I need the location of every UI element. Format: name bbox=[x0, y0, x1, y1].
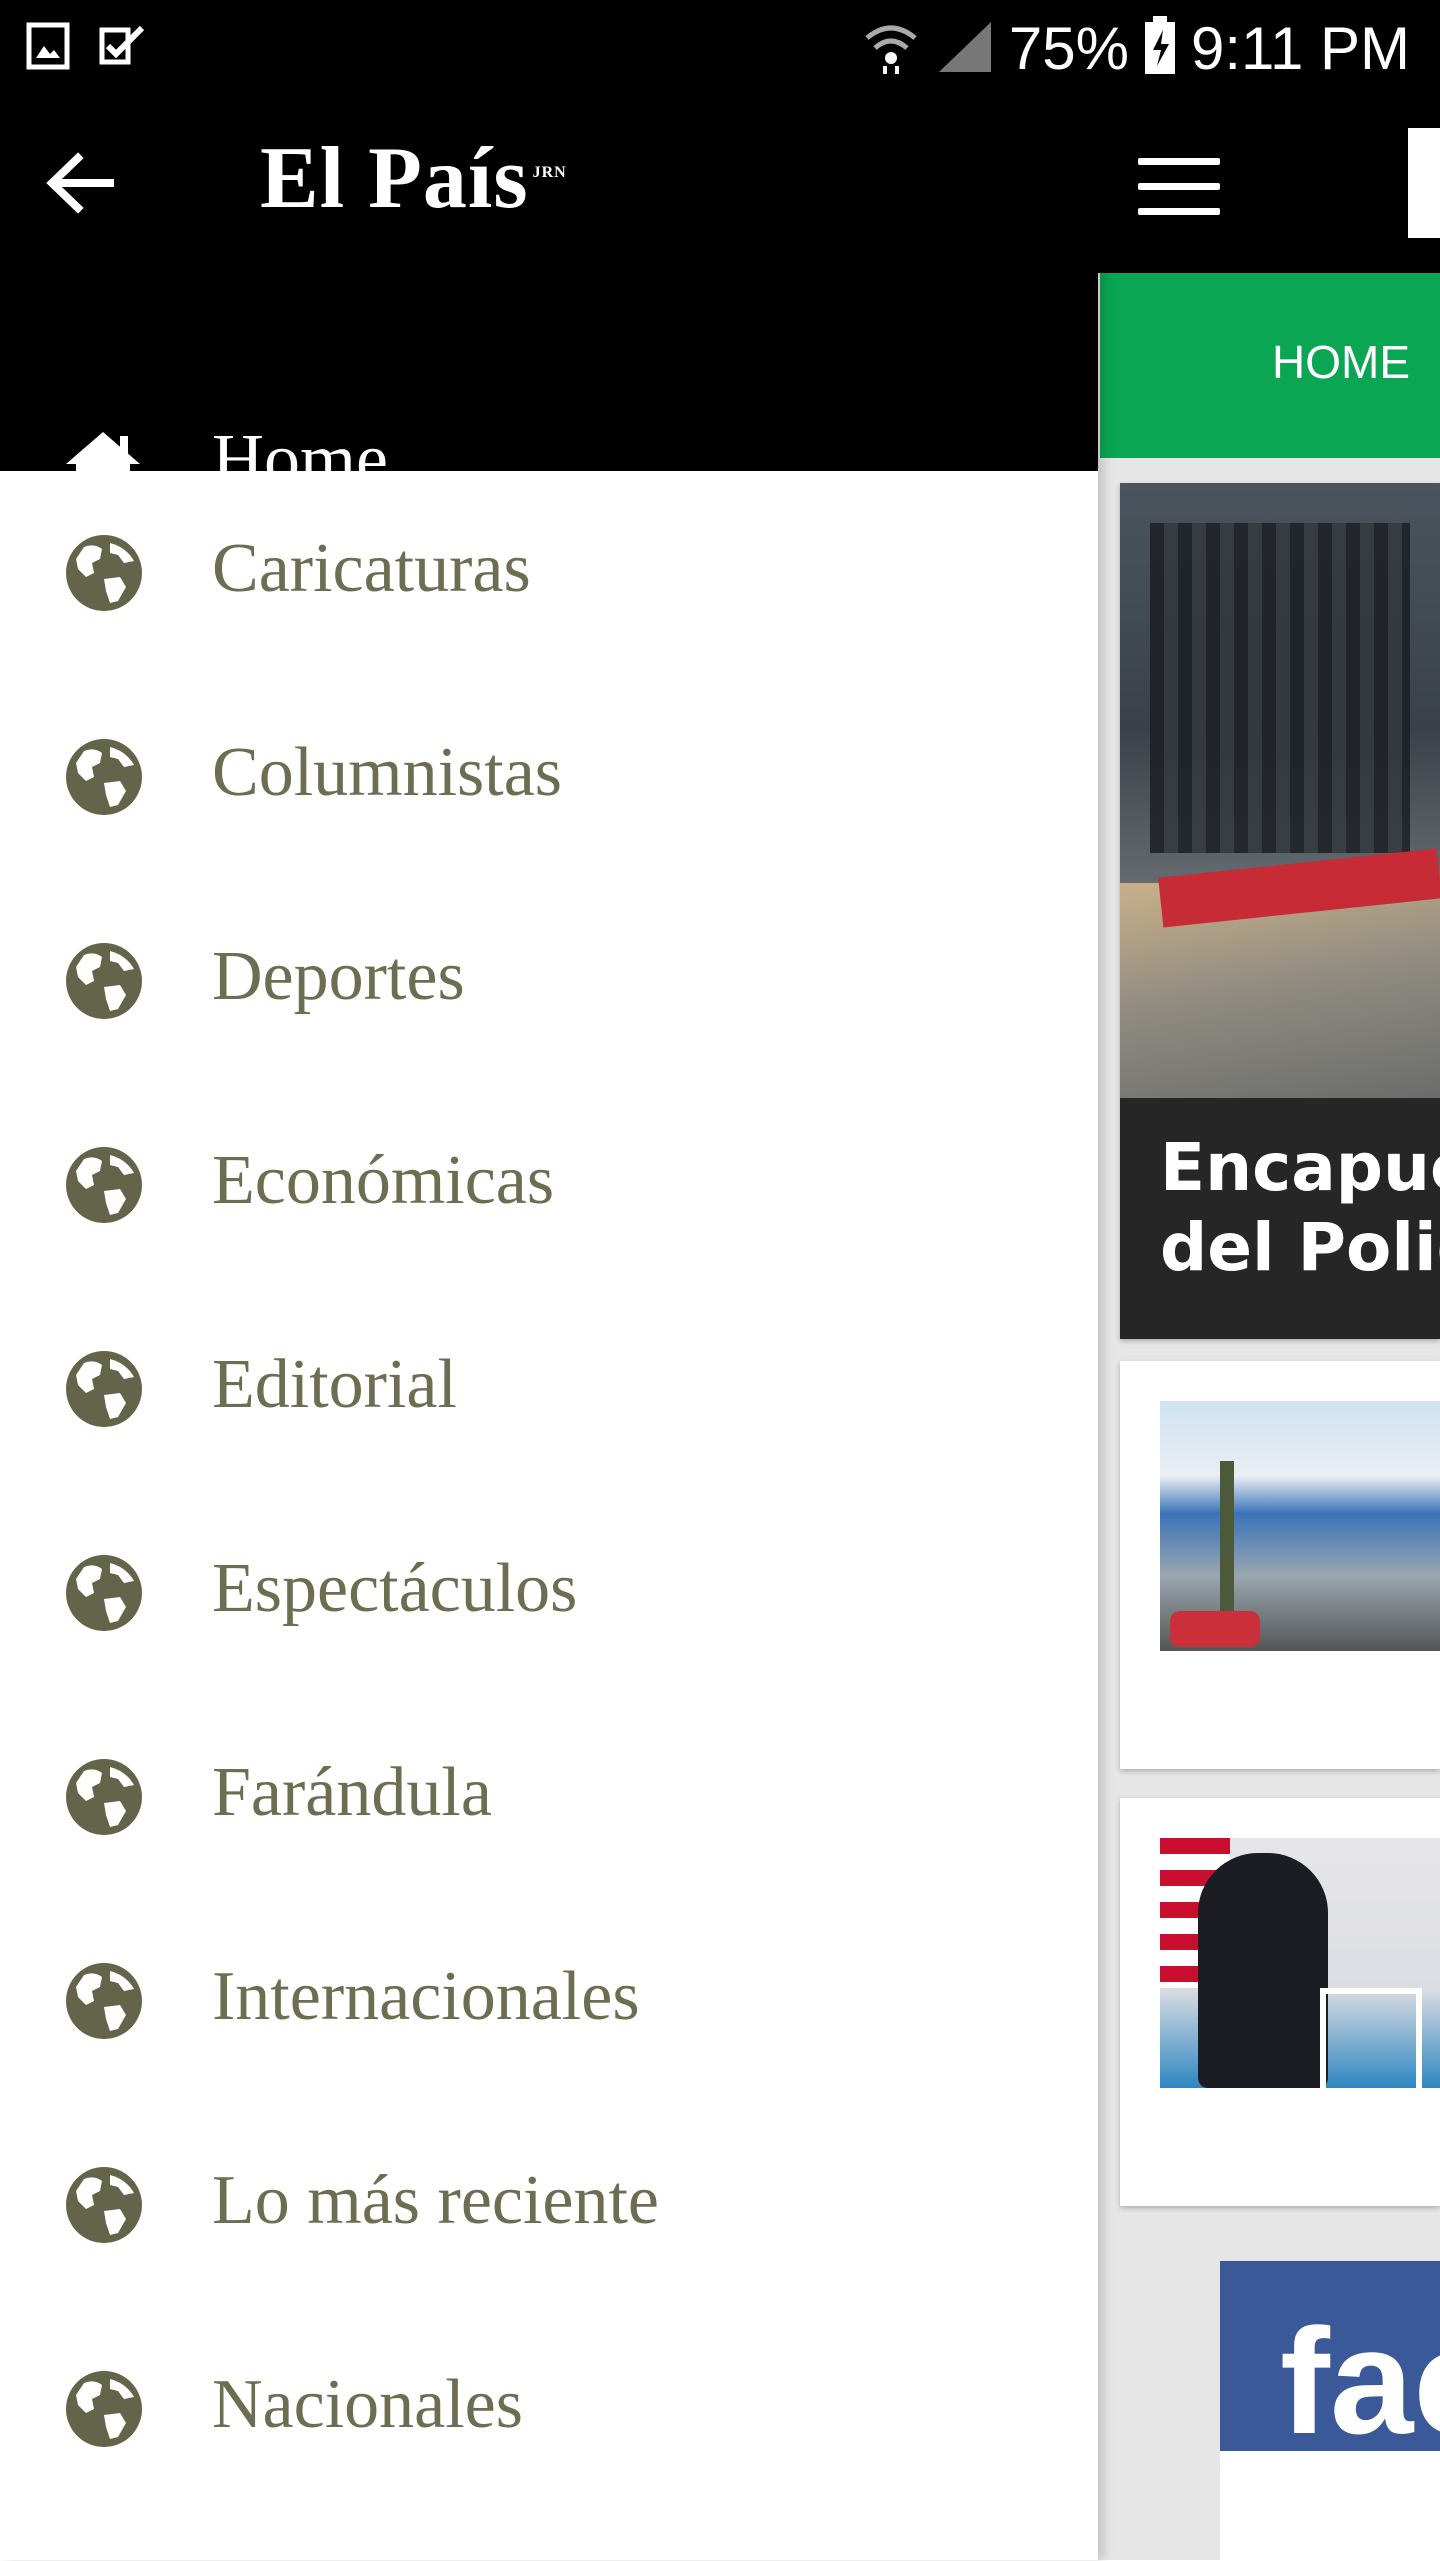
wifi-icon bbox=[861, 16, 921, 81]
drawer-item-label: Deportes bbox=[212, 938, 465, 1015]
drawer-item-editorial[interactable]: Editorial bbox=[0, 1287, 1098, 1491]
image-icon bbox=[26, 22, 70, 75]
hero-caption-line-1: Encapuc bbox=[1160, 1129, 1440, 1206]
hero-news-image bbox=[1120, 483, 1440, 1098]
globe-icon bbox=[64, 2369, 144, 2449]
drawer-item-nacionales[interactable]: Nacionales bbox=[0, 2307, 1098, 2511]
drawer-item-label: Farándula bbox=[212, 1754, 492, 1831]
drawer-item-economicas[interactable]: Económicas bbox=[0, 1083, 1098, 1287]
news-thumbnail bbox=[1160, 1401, 1440, 1651]
navigation-drawer: El País JRN Home Caricaturas Columnistas … bbox=[0, 98, 1098, 2560]
drawer-item-lo-mas-reciente[interactable]: Lo más reciente bbox=[0, 2103, 1098, 2307]
drawer-item-label: Editorial bbox=[212, 1346, 457, 1423]
globe-icon bbox=[64, 737, 144, 817]
globe-icon bbox=[64, 533, 144, 613]
drawer-item-internacionales[interactable]: Internacionales bbox=[0, 1899, 1098, 2103]
drawer-header: El País JRN Home bbox=[0, 98, 1098, 499]
drawer-item-label: Lo más reciente bbox=[212, 2162, 660, 2239]
drawer-item-label: Caricaturas bbox=[212, 530, 531, 607]
drawer-item-columnistas[interactable]: Columnistas bbox=[0, 675, 1098, 879]
hero-news-card[interactable]: Encapuc del Polic bbox=[1120, 483, 1440, 1339]
globe-icon bbox=[64, 2165, 144, 2245]
globe-icon bbox=[64, 1553, 144, 1633]
drawer-menu-list: Caricaturas Columnistas Deportes Económi… bbox=[0, 471, 1098, 2511]
arrow-left-icon bbox=[40, 152, 120, 232]
brand-name: El País bbox=[260, 130, 529, 227]
drawer-item-label: Columnistas bbox=[212, 734, 563, 811]
globe-icon bbox=[64, 1349, 144, 1429]
battery-charging-icon bbox=[1143, 16, 1177, 81]
globe-icon bbox=[64, 1757, 144, 1837]
tab-home[interactable]: HOME bbox=[1272, 335, 1410, 389]
drawer-item-label: Espectáculos bbox=[212, 1550, 578, 1627]
signal-icon bbox=[935, 16, 995, 81]
drawer-item-deportes[interactable]: Deportes bbox=[0, 879, 1098, 1083]
task-check-icon bbox=[98, 22, 146, 75]
globe-icon bbox=[64, 1961, 144, 2041]
news-thumbnail bbox=[1160, 1838, 1440, 2094]
drawer-item-label: Internacionales bbox=[212, 1958, 640, 2035]
news-card[interactable] bbox=[1120, 1361, 1440, 1769]
drawer-item-farandula[interactable]: Farándula bbox=[0, 1695, 1098, 1899]
drawer-item-espectaculos[interactable]: Espectáculos bbox=[0, 1491, 1098, 1695]
drawer-item-label: Nacionales bbox=[212, 2366, 523, 2443]
hero-caption-line-2: del Polic bbox=[1160, 1209, 1440, 1286]
app-logo-fragment bbox=[1408, 128, 1440, 238]
clock: 9:11 PM bbox=[1191, 15, 1410, 82]
hamburger-menu-icon[interactable] bbox=[1138, 158, 1220, 218]
background-page: HOME Encapuc del Polic fac bbox=[1098, 98, 1440, 2561]
app-bar bbox=[1098, 98, 1440, 273]
hero-news-caption: Encapuc del Polic bbox=[1120, 1098, 1440, 1339]
facebook-banner-bottom bbox=[1220, 2451, 1440, 2561]
globe-icon bbox=[64, 941, 144, 1021]
battery-percent: 75% bbox=[1008, 15, 1129, 82]
brand-logo: El País JRN bbox=[260, 128, 567, 229]
news-card[interactable] bbox=[1120, 1798, 1440, 2206]
drawer-item-label: Económicas bbox=[212, 1142, 555, 1219]
globe-icon bbox=[64, 1145, 144, 1225]
section-tab-bar: HOME bbox=[1100, 273, 1440, 458]
back-button[interactable] bbox=[40, 138, 120, 228]
drawer-item-caricaturas[interactable]: Caricaturas bbox=[0, 471, 1098, 675]
status-bar: 75% 9:11 PM bbox=[0, 0, 1440, 98]
brand-mark: JRN bbox=[532, 164, 567, 181]
